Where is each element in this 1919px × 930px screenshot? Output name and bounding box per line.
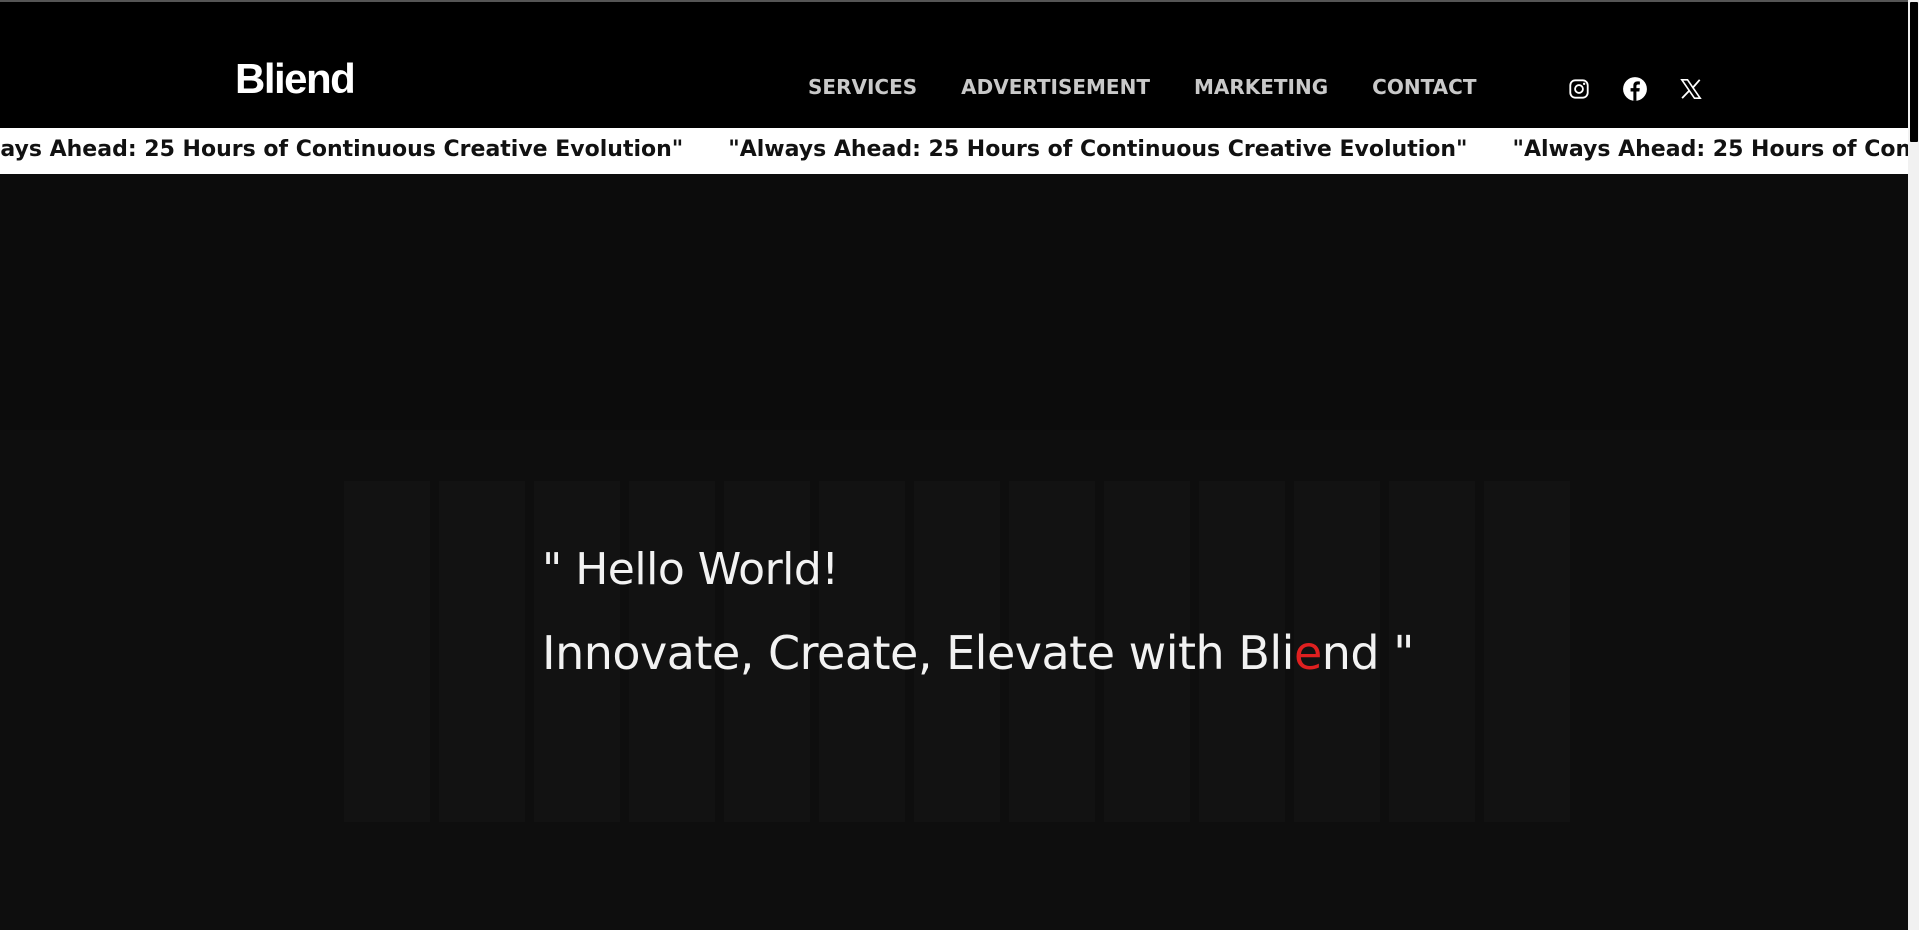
marquee-item: "Always Ahead: 25 Hours of Continuous Cr… — [0, 137, 684, 162]
site-header: Bliend SERVICES ADVERTISEMENT MARKETING … — [0, 2, 1908, 128]
nav-marketing[interactable]: MARKETING — [1194, 75, 1328, 99]
hero-line-tagline: Innovate, Create, Elevate with Bliend " — [542, 627, 1414, 679]
x-twitter-icon[interactable] — [1678, 76, 1704, 102]
stripe — [1484, 481, 1570, 822]
page-scrollbar[interactable] — [1908, 0, 1919, 930]
stripe — [439, 481, 525, 822]
main-nav: SERVICES ADVERTISEMENT MARKETING CONTACT — [808, 75, 1476, 99]
tagline-text-start: Innovate, Create, Elevate with Bli — [542, 626, 1294, 680]
scrollbar-thumb[interactable] — [1910, 2, 1918, 142]
instagram-icon[interactable] — [1566, 76, 1592, 102]
site-logo[interactable]: Bliend — [235, 58, 356, 100]
nav-services[interactable]: SERVICES — [808, 75, 917, 99]
facebook-icon[interactable] — [1622, 76, 1648, 102]
hero-heading: " Hello World! Innovate, Create, Elevate… — [542, 544, 1414, 680]
tagline-text-end: nd " — [1321, 626, 1415, 680]
hero-line-hello: " Hello World! — [542, 544, 839, 595]
nav-advertisement[interactable]: ADVERTISEMENT — [961, 75, 1150, 99]
announcement-marquee: "Always Ahead: 25 Hours of Continuous Cr… — [0, 128, 1908, 174]
social-links — [1566, 76, 1704, 102]
nav-contact[interactable]: CONTACT — [1372, 75, 1476, 99]
marquee-item: "Always Ahead: 25 Hours of Continuous Cr… — [728, 137, 1468, 162]
tagline-accent-letter: e — [1293, 626, 1322, 680]
marquee-item: "Always Ahead: 25 Hours of Continuous Cr… — [1512, 137, 1909, 162]
marquee-track: "Always Ahead: 25 Hours of Continuous Cr… — [0, 137, 1908, 163]
stripe — [344, 481, 430, 822]
page: Bliend SERVICES ADVERTISEMENT MARKETING … — [0, 0, 1919, 930]
